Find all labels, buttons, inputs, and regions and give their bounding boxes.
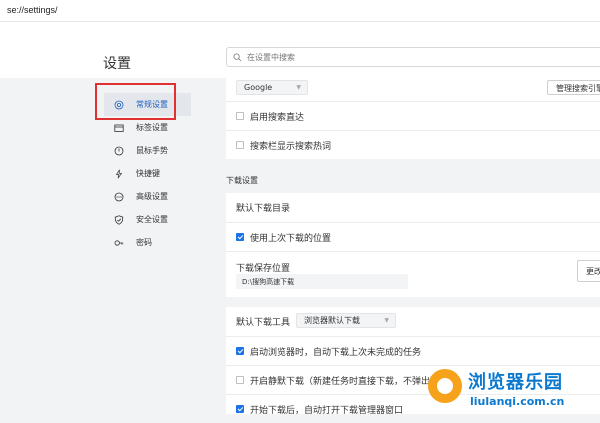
- address-url: se://settings/: [7, 5, 58, 15]
- search-icon: [233, 52, 242, 61]
- mouse-icon: [114, 146, 124, 155]
- search-input[interactable]: [247, 52, 547, 62]
- default-dir-row: 默认下载目录: [226, 193, 600, 222]
- address-bar[interactable]: se://settings/: [0, 0, 600, 22]
- default-dir-label: 默认下载目录: [236, 204, 291, 214]
- use-last-location-checkbox[interactable]: [236, 233, 244, 241]
- sidebar-item-mouse-gestures[interactable]: 鼠标手势: [104, 139, 191, 162]
- settings-search-box[interactable]: [226, 47, 600, 67]
- show-hot-words-row[interactable]: 搜索栏显示搜索热词: [226, 130, 600, 159]
- silent-download-checkbox[interactable]: [236, 376, 244, 384]
- manage-search-engines-button[interactable]: 管理搜索引擎: [547, 80, 600, 95]
- sidebar-item-passwords[interactable]: 密码: [104, 231, 191, 254]
- save-location-label: 下载保存位置: [236, 264, 291, 274]
- more-dots-icon: [114, 192, 124, 201]
- change-location-button[interactable]: 更改: [577, 260, 600, 282]
- annotation-highlight-box: [95, 83, 176, 120]
- watermark-logo-icon: [428, 369, 462, 403]
- search-engine-panel: Google ▼ 管理搜索引擎 启用搜索直达 搜索栏显示搜索热词: [226, 76, 600, 159]
- search-engine-value: Google: [244, 83, 273, 92]
- chevron-down-icon: ▼: [296, 84, 301, 91]
- show-hot-words-checkbox[interactable]: [236, 141, 244, 149]
- sidebar-item-label: 快捷键: [136, 169, 160, 178]
- sidebar-item-security[interactable]: 安全设置: [104, 208, 191, 231]
- tab-icon: [114, 124, 124, 132]
- download-tool-select[interactable]: 浏览器默认下载 ▼: [296, 313, 396, 328]
- save-path-field[interactable]: D:\搜狗高速下载: [236, 274, 408, 289]
- key-icon: [114, 239, 124, 246]
- enable-search-direct-row[interactable]: 启用搜索直达: [226, 101, 600, 130]
- sidebar-item-label: 安全设置: [136, 215, 168, 224]
- shield-icon: [114, 214, 124, 225]
- sidebar-item-label: 鼠标手势: [136, 146, 168, 155]
- watermark-url: liulanqi.com.cn: [470, 395, 565, 408]
- enable-search-direct-label: 启用搜索直达: [250, 112, 305, 123]
- download-tool-value: 浏览器默认下载: [304, 316, 360, 325]
- site-watermark: 浏览器乐园 liulanqi.com.cn: [428, 367, 600, 414]
- lightning-icon: [115, 169, 123, 178]
- resume-downloads-checkbox[interactable]: [236, 347, 244, 355]
- search-engine-select[interactable]: Google ▼: [236, 80, 308, 95]
- default-tool-label: 默认下载工具: [236, 318, 291, 328]
- show-hot-words-label: 搜索栏显示搜索热词: [250, 141, 332, 152]
- open-manager-checkbox[interactable]: [236, 405, 244, 413]
- download-section-title: 下载设置: [226, 176, 258, 185]
- sidebar-item-label: 标签设置: [136, 123, 168, 132]
- use-last-location-label: 使用上次下载的位置: [250, 233, 332, 244]
- save-path-value: D:\搜狗高速下载: [242, 278, 295, 286]
- sidebar-item-shortcuts[interactable]: 快捷键: [104, 162, 191, 185]
- sidebar-item-label: 密码: [136, 238, 152, 247]
- chevron-down-icon: ▼: [384, 317, 389, 324]
- resume-downloads-label: 启动浏览器时，自动下载上次未完成的任务: [250, 347, 422, 358]
- default-tool-row: 默认下载工具: [226, 307, 600, 336]
- watermark-name: 浏览器乐园: [468, 372, 563, 393]
- sidebar-item-advanced[interactable]: 高级设置: [104, 185, 191, 208]
- page-title: 设置: [103, 56, 131, 72]
- enable-search-direct-checkbox[interactable]: [236, 112, 244, 120]
- resume-downloads-row[interactable]: 启动浏览器时，自动下载上次未完成的任务: [226, 336, 600, 365]
- sidebar-item-label: 高级设置: [136, 192, 168, 201]
- use-last-location-row[interactable]: 使用上次下载的位置: [226, 222, 600, 251]
